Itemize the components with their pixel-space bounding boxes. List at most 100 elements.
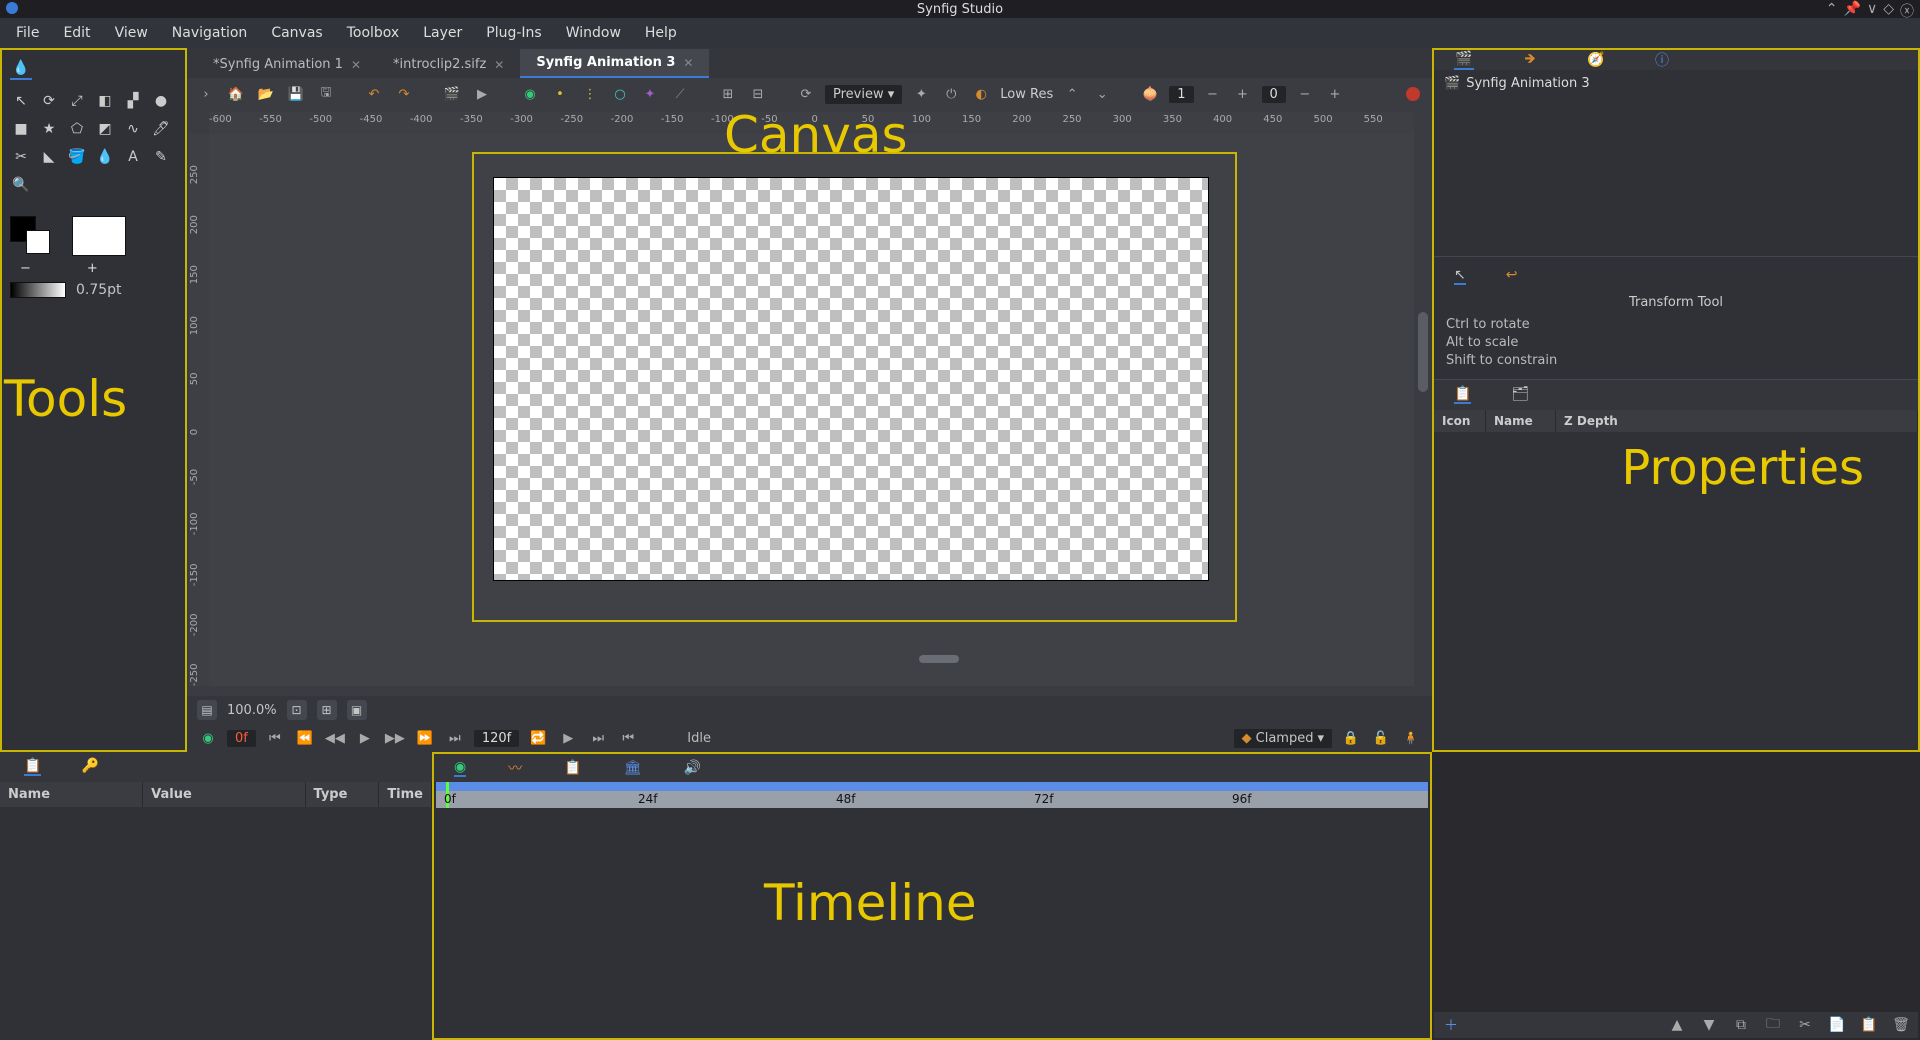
redo-icon[interactable]: ↷ — [393, 83, 415, 105]
seek-end-icon[interactable]: ⏭ — [444, 727, 466, 749]
bounds-next-icon[interactable]: ⏭ — [587, 727, 609, 749]
wc-up-icon[interactable]: ⌃ — [1826, 1, 1838, 21]
tl-tab-sound-icon[interactable]: 🔊 — [683, 760, 700, 776]
sketch-tool-icon[interactable]: ✎ — [150, 146, 172, 168]
seek-start-icon[interactable]: ⏮ — [264, 727, 286, 749]
save-icon[interactable]: 💾 — [285, 83, 307, 105]
transport-left-icon[interactable]: ◉ — [197, 727, 219, 749]
tl-tab-timetrack-icon[interactable]: ◉ — [454, 759, 466, 777]
interpolation-dropdown[interactable]: ◆ Clamped ▾ — [1234, 729, 1332, 748]
p-plus-icon[interactable]: + — [1232, 83, 1254, 105]
layer-del-icon[interactable]: 🗑 — [1892, 1016, 1910, 1034]
size-minus[interactable]: − — [20, 261, 31, 276]
params-tab1-icon[interactable]: 📋 — [1454, 386, 1471, 404]
tool-opts-tab2-icon[interactable]: ↩ — [1506, 267, 1518, 285]
text-tool-icon[interactable]: A — [122, 146, 144, 168]
close-icon[interactable]: ✕ — [683, 56, 693, 70]
onion-future[interactable]: 0 — [1262, 86, 1286, 103]
seek-nextkey-icon[interactable]: ⏩ — [414, 727, 436, 749]
background-color[interactable] — [26, 230, 50, 254]
zoom-tool-icon[interactable]: 🔍 — [10, 174, 32, 196]
seek-prev-icon[interactable]: ◀◀ — [324, 727, 346, 749]
close-icon[interactable]: ✕ — [351, 58, 361, 72]
col-name[interactable]: Name — [1486, 410, 1556, 432]
menu-navigation[interactable]: Navigation — [162, 21, 258, 45]
layer-list[interactable]: 🎬 Synfig Animation 3 — [1434, 70, 1918, 256]
col-zdepth[interactable]: Z Depth — [1556, 410, 1918, 432]
prop-tab-canvas-icon[interactable]: 🎬 — [1454, 50, 1474, 70]
onion6-icon[interactable]: ⟋ — [669, 83, 691, 105]
fill-tool-icon[interactable]: 🪣 — [66, 146, 88, 168]
seek-next-icon[interactable]: ▶▶ — [384, 727, 406, 749]
bl-tab-params-icon[interactable]: 📋 — [24, 758, 41, 776]
tl-tab-meta-icon[interactable]: 📋 — [564, 760, 581, 776]
current-frame[interactable]: 0f — [227, 730, 256, 747]
f-plus-icon[interactable]: + — [1324, 83, 1346, 105]
preview-dropdown[interactable]: Preview ▾ — [825, 85, 902, 104]
layer-down-icon[interactable]: ▼ — [1700, 1016, 1718, 1034]
f-minus-icon[interactable]: − — [1294, 83, 1316, 105]
menu-help[interactable]: Help — [635, 21, 687, 45]
layer-cut-icon[interactable]: ✂ — [1796, 1016, 1814, 1034]
gradient-tool-icon[interactable]: ◩ — [94, 118, 116, 140]
polygon-tool-icon[interactable]: ⬠ — [66, 118, 88, 140]
doc-tab-2[interactable]: *introclip2.sifz ✕ — [377, 51, 520, 78]
prop-tab-history-icon[interactable]: 🡺 — [1520, 50, 1540, 70]
menu-edit[interactable]: Edit — [53, 21, 100, 45]
mirror-tool-icon[interactable]: ▞ — [122, 90, 144, 112]
play-icon[interactable]: ▶ — [354, 727, 376, 749]
menu-file[interactable]: File — [6, 21, 49, 45]
bounds-end-icon[interactable]: ⏮ — [617, 727, 639, 749]
toggle-icon[interactable]: ⏻ — [940, 83, 962, 105]
col-icon[interactable]: Icon — [1434, 410, 1486, 432]
params-body[interactable] — [1434, 432, 1918, 812]
menu-view[interactable]: View — [105, 21, 158, 45]
zoom-value[interactable]: 100.0% — [227, 703, 277, 718]
prop-tab-nav-icon[interactable]: 🧭 — [1586, 50, 1606, 70]
bl-tab-key-icon[interactable]: 🔑 — [81, 758, 98, 776]
smooth-move-tool-icon[interactable]: ⟳ — [38, 90, 60, 112]
doc-tab-1[interactable]: *Synfig Animation 1 ✕ — [197, 51, 377, 78]
gradient-swatch[interactable] — [10, 282, 66, 298]
layer-add-icon[interactable]: ＋ — [1442, 1016, 1460, 1034]
end-frame[interactable]: 120f — [474, 730, 519, 747]
transform-tool-icon[interactable]: ↖ — [10, 90, 32, 112]
grid-icon[interactable]: ⊞ — [717, 83, 739, 105]
close-icon[interactable]: ✕ — [494, 58, 504, 72]
q-up-icon[interactable]: ⌃ — [1061, 83, 1083, 105]
wc-pin-icon[interactable]: 📌 — [1844, 1, 1861, 21]
zoom-menu-icon[interactable]: ▤ — [197, 700, 217, 720]
scale-tool-icon[interactable]: ⤢ — [66, 90, 88, 112]
menu-icon[interactable]: › — [195, 83, 217, 105]
animate-mode-icon[interactable]: 🧍 — [1400, 727, 1422, 749]
layer-dup-icon[interactable]: ⧉ — [1732, 1016, 1750, 1034]
cutout-tool-icon[interactable]: ✂ — [10, 146, 32, 168]
onion-past[interactable]: 1 — [1169, 86, 1193, 103]
scrollbar-vertical[interactable] — [1418, 312, 1428, 392]
wc-min-icon[interactable]: ∨ — [1867, 1, 1877, 21]
refresh-icon[interactable]: ⟳ — [795, 83, 817, 105]
zoom-fit-icon[interactable]: ⊡ — [287, 700, 307, 720]
col-name[interactable]: Name — [0, 782, 143, 807]
col-value[interactable]: Value — [143, 782, 305, 807]
rectangle-tool-icon[interactable]: ■ — [10, 118, 32, 140]
layer-item[interactable]: 🎬 Synfig Animation 3 — [1444, 76, 1908, 91]
layer-group-icon[interactable]: 🗀 — [1764, 1016, 1782, 1034]
preview-icon[interactable]: ▶ — [471, 83, 493, 105]
undo-icon[interactable]: ↶ — [363, 83, 385, 105]
menu-plugins[interactable]: Plug-Ins — [476, 21, 551, 45]
zoom-100-icon[interactable]: ⊞ — [317, 700, 337, 720]
home-icon[interactable]: 🏠 — [225, 83, 247, 105]
panel-resize-grip[interactable] — [919, 655, 959, 663]
menu-toolbox[interactable]: Toolbox — [337, 21, 410, 45]
layer-copy-icon[interactable]: 📄 — [1828, 1016, 1846, 1034]
q-down-icon[interactable]: ⌄ — [1091, 83, 1113, 105]
p-minus-icon[interactable]: − — [1202, 83, 1224, 105]
wc-max-icon[interactable]: ◇ — [1883, 1, 1894, 21]
saveall-icon[interactable]: 🖫 — [315, 83, 337, 105]
keyframe-lock-icon[interactable]: 🔒 — [1340, 727, 1362, 749]
bounds-play-icon[interactable]: ▶ — [557, 727, 579, 749]
onion5-icon[interactable]: ✦ — [639, 83, 661, 105]
onion1-icon[interactable]: ◉ — [519, 83, 541, 105]
tool-opts-tab1-icon[interactable]: ↖ — [1454, 267, 1466, 285]
